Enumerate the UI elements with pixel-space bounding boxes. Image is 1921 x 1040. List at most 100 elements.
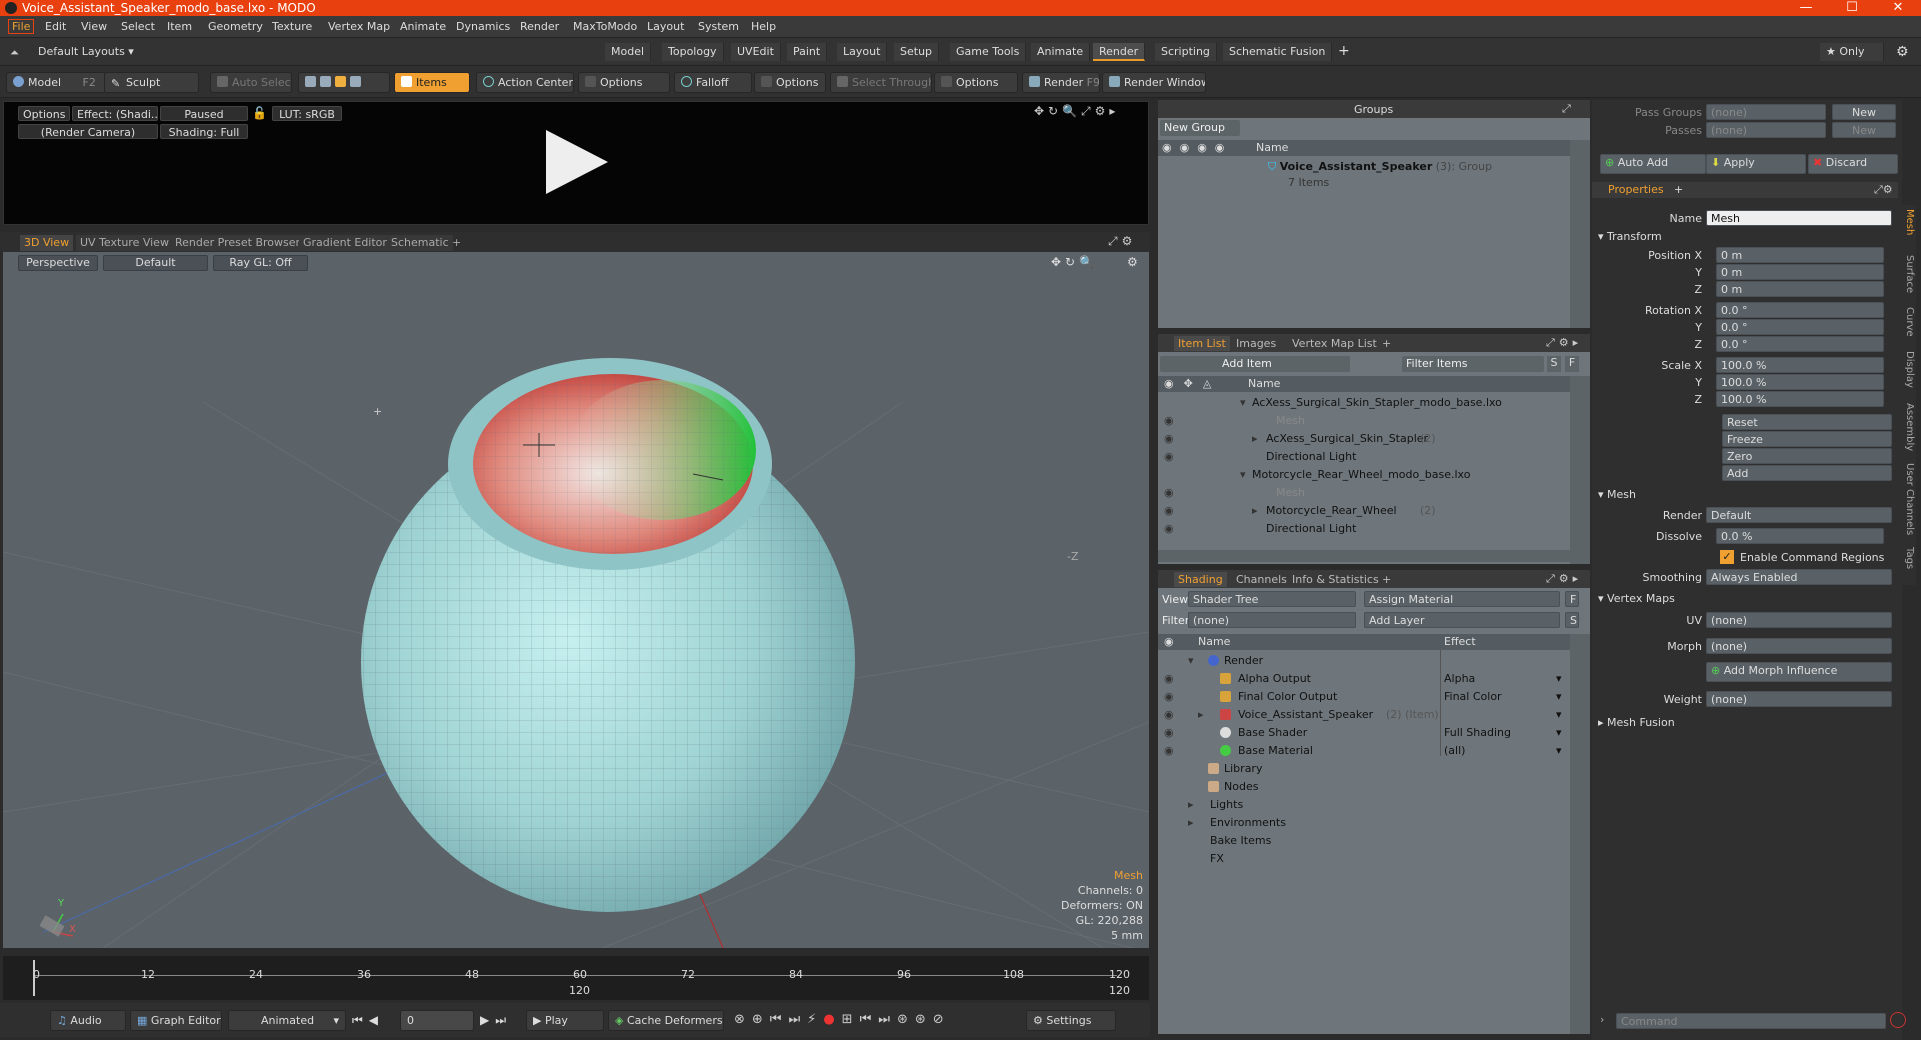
new-group-button[interactable]: New Group [1160,120,1240,136]
side-tab-mesh[interactable]: Mesh [1897,209,1915,235]
filter-items-input[interactable]: Filter Items [1402,356,1544,372]
key-tools-icons[interactable]: ⊗⊕⏮⏭⚡●⊞⏮⏭⊛⊛⊘ [734,1012,951,1027]
render-preview[interactable]: Options Effect: (Shadi... Paused 🔓 LUT: … [3,101,1149,225]
tab-paint[interactable]: Paint [787,43,828,61]
vertex-maps-section[interactable]: ▾ Vertex Maps [1598,592,1675,605]
mesh-fusion-section[interactable]: ▸ Mesh Fusion [1598,716,1675,729]
expand-arrow-icon[interactable]: ▸ [1188,798,1194,811]
mesh-section[interactable]: ▾ Mesh [1598,488,1636,501]
command-input[interactable]: Command [1616,1013,1886,1029]
frame-input[interactable]: 0 [400,1010,474,1031]
lock-icon[interactable]: 🔓 [252,106,267,120]
item-list-row[interactable]: ◉ Directional Light [1158,448,1570,466]
visibility-eye-icon[interactable]: ◉ [1164,486,1174,499]
shader-tree-row[interactable]: ▸ Environments [1158,814,1570,832]
transport-forward-icons[interactable]: ▶⏭ [480,1013,512,1028]
items-mode-button[interactable]: Items [394,72,470,93]
menu-help[interactable]: Help [751,20,776,33]
tab-layout[interactable]: Layout [837,43,888,61]
settings-button[interactable]: ⚙ Settings [1026,1010,1116,1031]
select-options-button[interactable]: Options [934,72,1018,93]
chevron-down-icon[interactable]: ▾ [1556,726,1562,739]
tab-animate[interactable]: Animate [1031,43,1091,61]
chevron-down-icon[interactable]: ▾ [1556,672,1562,685]
itemlist-header-icons[interactable]: ⤢⚙▸ [1546,336,1582,350]
tab-shading[interactable]: Shading [1174,572,1227,587]
expand-arrow-icon[interactable]: ▸ [1188,816,1194,829]
minimize-button[interactable]: — [1783,0,1829,16]
menu-file[interactable]: File [8,19,35,34]
shader-tree-row[interactable]: ▾ Render [1158,652,1570,670]
item-list-row[interactable]: ◉ ▸ Motorcycle_Rear_Wheel (2) [1158,502,1570,520]
camera-dropdown[interactable]: (Render Camera) [18,124,158,139]
close-button[interactable]: ✕ [1875,0,1921,16]
raygl-dropdown[interactable]: Ray GL: Off [213,255,308,271]
expand-arrow-icon[interactable]: ▸ [1198,708,1204,721]
name-input[interactable]: Mesh [1706,210,1892,226]
tab-scripting[interactable]: Scripting [1155,43,1217,61]
shader-tree-row[interactable]: ◉ Final Color Output Final Color ▾ [1158,688,1570,706]
side-tab-display[interactable]: Display [1897,351,1915,388]
add-list-tab-button[interactable]: + [1378,336,1395,351]
side-tab-user-channels[interactable]: User Channels [1897,463,1915,535]
shader-effect-dropdown[interactable]: Final Color [1444,690,1502,703]
apply-button[interactable]: ⬇ Apply [1706,154,1806,174]
animated-dropdown[interactable]: Animated ▾ [228,1010,346,1031]
zero-dropdown[interactable]: Zero [1722,448,1892,464]
pass-groups-dropdown[interactable]: (none) [1706,104,1826,120]
add-item-button[interactable]: Add Item [1160,356,1350,372]
preview-options-button[interactable]: Options [18,106,70,121]
auto-select-button[interactable]: Auto Select [210,72,292,93]
preview-effect-dropdown[interactable]: Effect: (Shadi... [72,106,158,121]
shader-effect-dropdown[interactable]: (all) [1444,744,1465,757]
shading-f-button[interactable]: F [1565,591,1579,607]
expand-arrow-icon[interactable]: ▾ [1240,468,1246,481]
perspective-dropdown[interactable]: Perspective [18,255,98,271]
tab-info-statistics[interactable]: Info & Statistics [1288,572,1383,587]
visibility-eye-icon[interactable]: ◉ [1164,690,1174,703]
chevron-down-icon[interactable]: ▾ [1556,690,1562,703]
visibility-eye-icon[interactable]: ◉ [1164,672,1174,685]
preview-nav-icons[interactable]: ✥↻🔍⤢⚙▸ [1034,104,1119,119]
viewport-nav-icons[interactable]: ✥↻🔍 [1051,255,1098,269]
scale-z-input[interactable]: 100.0 % [1716,391,1884,407]
scale-y-input[interactable]: 100.0 % [1716,374,1884,390]
tab-schematic-fusion[interactable]: Schematic Fusion [1223,43,1333,61]
shader-tree-row[interactable]: ◉ Alpha Output Alpha ▾ [1158,670,1570,688]
chevron-down-icon[interactable]: ▾ [1556,744,1562,757]
side-tab-tags[interactable]: Tags [1897,547,1915,569]
3d-viewport[interactable]: + -Z Y X Perspective Default Ray GL: Off… [3,252,1149,948]
item-list-row[interactable]: ◉ ▸ AcXess_Surgical_Skin_Stapler (2) [1158,430,1570,448]
preview-paused-button[interactable]: Paused [160,106,248,121]
new-pass-button[interactable]: New [1832,122,1896,138]
shader-tree-row[interactable]: ▸ Lights [1158,796,1570,814]
position-x-input[interactable]: 0 m [1716,247,1884,263]
tab-render[interactable]: Render [1093,43,1146,61]
menu-system[interactable]: System [698,20,739,33]
add-tab-button[interactable]: + [1332,41,1356,59]
groups-scrollbar[interactable] [1570,140,1590,328]
tab-uvedit[interactable]: UVEdit [731,43,781,61]
shading-dropdown[interactable]: Shading: Full [160,124,248,139]
auto-add-button[interactable]: ⊕ Auto Add [1600,154,1706,174]
add-layer-dropdown[interactable]: Add Layer [1364,612,1560,628]
position-z-input[interactable]: 0 m [1716,281,1884,297]
shader-tree-row[interactable]: Library [1158,760,1570,778]
tab-render-preset-browser[interactable]: Render Preset Browser [171,235,305,251]
side-tab-assembly[interactable]: Assembly [1897,403,1915,451]
viewport-expand-icon[interactable]: ⤢⚙ [1108,234,1136,249]
falloff-button[interactable]: Falloff [674,72,752,93]
tab-model[interactable]: Model [605,43,652,61]
weight-dropdown[interactable]: (none) [1706,691,1892,707]
tab-vertex-map-list[interactable]: Vertex Map List [1288,336,1381,351]
add-props-tab-button[interactable]: + [1674,183,1683,196]
tab-channels[interactable]: Channels [1232,572,1291,587]
visibility-eye-icon[interactable]: ◉ [1164,522,1174,535]
menu-edit[interactable]: Edit [45,20,66,33]
tab-gradient-editor[interactable]: Gradient Editor [299,235,391,251]
visibility-eye-icon[interactable]: ◉ [1164,708,1174,721]
morph-dropdown[interactable]: (none) [1706,638,1892,654]
new-pass-group-button[interactable]: New [1832,104,1896,120]
audio-button[interactable]: ♫ Audio [50,1010,126,1031]
chevron-down-icon[interactable]: ▾ [1556,708,1562,721]
